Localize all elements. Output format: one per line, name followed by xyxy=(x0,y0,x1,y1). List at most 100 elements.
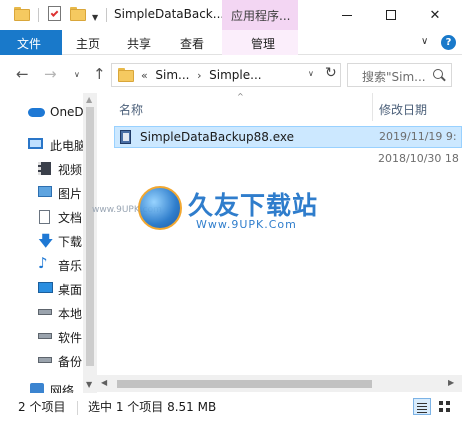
sidebar-item-downloads[interactable]: 🡇 下载 xyxy=(0,229,83,253)
nav-pane-scrollbar[interactable]: ▲ ▼ xyxy=(83,93,97,393)
download-icon: 🡇 xyxy=(38,232,54,250)
title-bar: ▼ SimpleDataBack... 应用程序... ✕ xyxy=(0,0,462,30)
sidebar-item-onedrive[interactable]: OneDr xyxy=(0,101,83,125)
status-selection: 选中 1 个项目 8.51 MB xyxy=(88,400,217,414)
sidebar-item-label: 软件 xyxy=(58,331,83,345)
column-divider[interactable] xyxy=(372,93,373,121)
tab-home[interactable]: 主页 xyxy=(76,35,100,52)
minimize-icon xyxy=(342,14,352,16)
address-prefix: « xyxy=(141,69,148,82)
context-tab-header: 应用程序... xyxy=(222,0,298,30)
watermark-url: Www.9UPK.Com xyxy=(196,218,297,231)
maximize-button[interactable] xyxy=(371,0,411,30)
table-row[interactable]: SimpleDataBackup88.exe 2019/11/19 9: xyxy=(114,126,462,148)
scroll-down-icon[interactable]: ▼ xyxy=(86,380,92,389)
address-bar[interactable]: « Sim... › Simple... ∨ ↻ xyxy=(111,63,341,87)
file-date: 2019/11/19 9: xyxy=(379,130,457,143)
sidebar-item-label: 下载 xyxy=(58,235,83,249)
refresh-icon[interactable]: ↻ xyxy=(325,65,337,81)
globe-logo-icon xyxy=(138,186,182,230)
music-icon: ♪ xyxy=(38,254,48,272)
tab-share[interactable]: 共享 xyxy=(127,35,151,52)
table-row[interactable]: 2018/10/30 18 xyxy=(114,149,462,171)
back-button[interactable]: ← xyxy=(16,65,29,83)
navigation-pane: OneDr 此电脑 视频 图片 文档 🡇 下载 ♪ 音乐 桌面 本地 软件 备份 xyxy=(0,93,97,393)
maximize-icon xyxy=(386,10,396,20)
address-path[interactable]: « Sim... › Simple... xyxy=(141,68,262,82)
local-drive-icon xyxy=(38,309,52,315)
properties-icon[interactable] xyxy=(48,6,61,21)
sidebar-item-pictures[interactable]: 图片 xyxy=(0,181,83,205)
sidebar-item-label: 此电脑 xyxy=(50,139,83,153)
sidebar-item-network[interactable]: 网络 xyxy=(0,378,83,393)
folder-icon xyxy=(118,68,134,82)
sidebar-item-music[interactable]: ♪ 音乐 xyxy=(0,253,83,277)
sidebar-item-documents[interactable]: 文档 xyxy=(0,205,83,229)
sidebar-item-label: 音乐 xyxy=(58,259,83,273)
breadcrumb-segment[interactable]: Sim... xyxy=(155,68,189,82)
breadcrumb-separator: › xyxy=(197,69,202,82)
scrollbar-thumb[interactable] xyxy=(117,380,372,388)
breadcrumb-segment[interactable]: Simple... xyxy=(209,68,261,82)
pictures-icon xyxy=(38,186,52,197)
details-view-icon[interactable] xyxy=(413,398,431,415)
scrollbar-thumb[interactable] xyxy=(86,107,94,366)
search-icon[interactable] xyxy=(433,69,443,79)
sidebar-item-label: 本地 xyxy=(58,307,83,321)
scroll-up-icon[interactable]: ▲ xyxy=(86,95,92,104)
separator xyxy=(77,401,78,415)
sort-indicator-icon: ^ xyxy=(237,92,244,101)
status-item-count: 2 个项目 xyxy=(18,400,66,414)
column-header-name[interactable]: 名称 xyxy=(119,101,143,118)
navigation-bar: ← → ∨ ↑ « Sim... › Simple... ∨ ↻ 搜索"Sim.… xyxy=(0,56,462,93)
tab-manage[interactable]: 管理 xyxy=(251,35,275,52)
sidebar-item-desktop[interactable]: 桌面 xyxy=(0,277,83,301)
scroll-left-icon[interactable]: ◀ xyxy=(101,378,107,387)
file-name: SimpleDataBackup88.exe xyxy=(140,130,294,144)
onedrive-icon xyxy=(28,108,45,117)
search-placeholder: 搜索"Sim... xyxy=(362,70,426,84)
up-button[interactable]: ↑ xyxy=(93,65,106,83)
sidebar-item-label: 桌面 xyxy=(58,283,83,297)
desktop-icon xyxy=(38,282,53,293)
horizontal-scrollbar[interactable]: ◀ ▶ xyxy=(97,375,462,392)
documents-icon xyxy=(39,210,50,224)
sidebar-item-backup-drive[interactable]: 备份 xyxy=(0,349,83,373)
drive-icon xyxy=(38,333,52,339)
computer-icon xyxy=(28,138,43,149)
large-icons-view-icon[interactable] xyxy=(436,398,454,415)
sidebar-item-label: 文档 xyxy=(58,211,83,225)
ribbon: 文件 主页 共享 查看 管理 ∨ ? xyxy=(0,30,462,55)
sidebar-item-label: 视频 xyxy=(58,163,83,177)
sidebar-item-label: 图片 xyxy=(58,187,83,201)
sidebar-item-videos[interactable]: 视频 xyxy=(0,157,83,181)
file-date: 2018/10/30 18 xyxy=(378,152,459,165)
sidebar-item-this-pc[interactable]: 此电脑 xyxy=(0,133,83,157)
sidebar-item-software-drive[interactable]: 软件 xyxy=(0,325,83,349)
network-icon xyxy=(30,383,44,393)
drive-icon xyxy=(38,357,52,363)
ribbon-expand-icon[interactable]: ∨ xyxy=(421,36,428,47)
address-dropdown-icon[interactable]: ∨ xyxy=(308,69,314,78)
tab-view[interactable]: 查看 xyxy=(180,35,204,52)
watermark-text: 久友下载站 xyxy=(188,191,319,220)
scroll-right-icon[interactable]: ▶ xyxy=(448,378,454,387)
quick-access-dropdown-icon[interactable]: ▼ xyxy=(92,13,98,22)
forward-button[interactable]: → xyxy=(44,65,57,83)
close-button[interactable]: ✕ xyxy=(415,0,455,30)
search-input[interactable]: 搜索"Sim... xyxy=(347,63,452,87)
tab-file[interactable]: 文件 xyxy=(0,30,62,55)
help-icon[interactable]: ? xyxy=(441,35,456,50)
sidebar-item-label: 备份 xyxy=(58,355,83,369)
sidebar-item-label: 网络 xyxy=(50,384,75,393)
sidebar-item-local-disk[interactable]: 本地 xyxy=(0,301,83,325)
folder-icon[interactable] xyxy=(14,7,30,21)
column-header-modified[interactable]: 修改日期 xyxy=(379,101,427,118)
status-bar: 2 个项目 选中 1 个项目 8.51 MB xyxy=(0,393,462,422)
separator xyxy=(38,8,39,22)
new-folder-icon[interactable] xyxy=(70,7,86,21)
minimize-button[interactable] xyxy=(327,0,367,30)
separator xyxy=(106,8,107,22)
recent-locations-icon[interactable]: ∨ xyxy=(74,70,80,79)
watermark: 久友下载站 Www.9UPK.Com xyxy=(138,186,338,236)
